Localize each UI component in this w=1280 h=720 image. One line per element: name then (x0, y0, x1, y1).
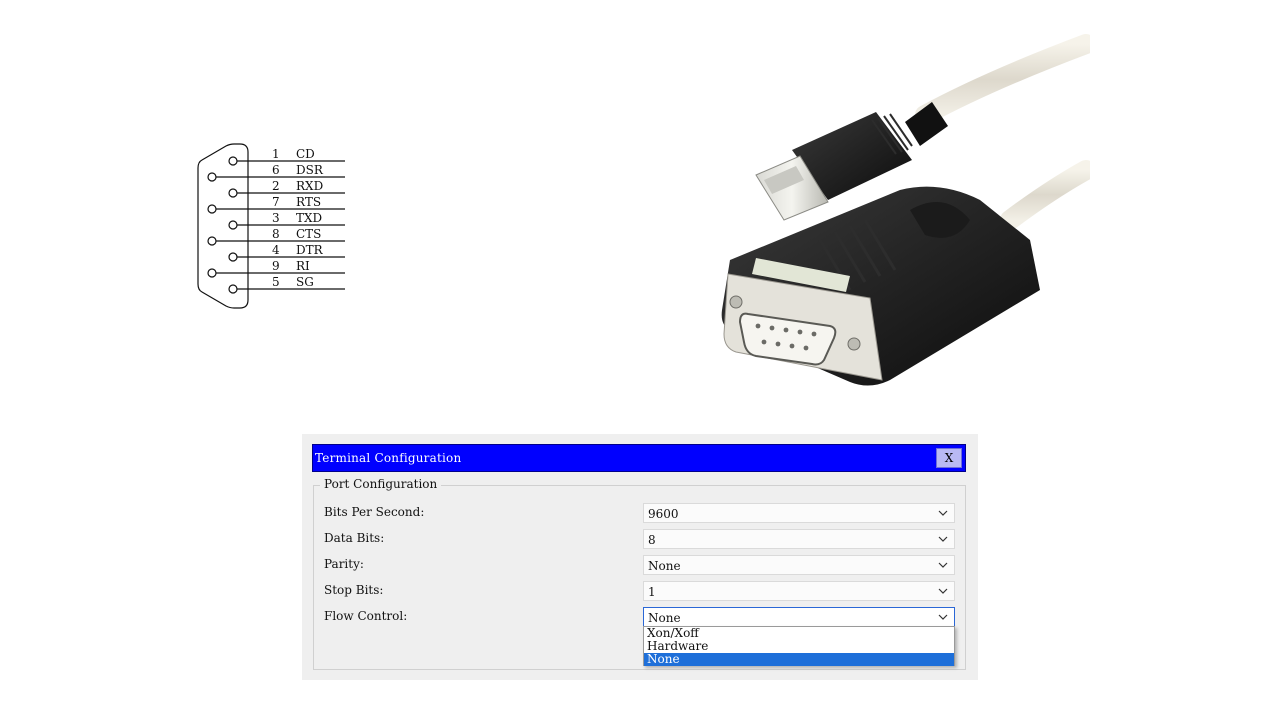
bits-per-second-label: Bits Per Second: (324, 505, 425, 519)
pin-signal-name: DTR (296, 243, 324, 257)
stop-bits-select[interactable]: 1 (643, 581, 955, 601)
pin-number: 6 (272, 163, 280, 177)
close-button[interactable]: X (936, 448, 962, 468)
pin-number: 1 (272, 147, 280, 161)
chevron-down-icon (938, 562, 948, 568)
pin-signal-name: RXD (296, 179, 323, 193)
pin-contact (207, 236, 217, 246)
pinout-svg: 1 CD 6 DSR 2 RXD 7 RTS 3 TXD 8 CTS 4 DTR 9 RI 5 SG (197, 143, 345, 309)
pin-number: 2 (272, 179, 280, 193)
data-bits-value: 8 (648, 533, 656, 547)
bits-per-second-value: 9600 (648, 507, 679, 521)
pin-signal-name: CD (296, 147, 315, 161)
group-label: Port Configuration (320, 477, 442, 491)
pin-contact (207, 268, 217, 278)
pin-number: 3 (272, 211, 280, 225)
pin-contact (228, 252, 238, 262)
pin-signal-name: CTS (296, 227, 321, 241)
parity-label: Parity: (324, 557, 364, 571)
flow-control-label: Flow Control: (324, 609, 408, 623)
pin-number: 4 (272, 243, 280, 257)
data-bits-select[interactable]: 8 (643, 529, 955, 549)
flow-control-dropdown-list: Xon/Xoff Hardware None (643, 626, 955, 666)
cable-cord-top (915, 34, 1096, 125)
pin-signal-name: TXD (296, 211, 322, 225)
chevron-down-icon (938, 536, 948, 542)
chevron-down-icon (938, 614, 948, 620)
screw-right (847, 337, 861, 351)
bits-per-second-select[interactable]: 9600 (643, 503, 955, 523)
pin-signal-name: RI (296, 259, 310, 273)
stop-bits-label: Stop Bits: (324, 583, 384, 597)
flow-control-value: None (648, 611, 681, 625)
pin-contact (207, 172, 217, 182)
connector-outline (197, 143, 249, 309)
pin-number: 7 (272, 195, 280, 209)
data-bits-label: Data Bits: (324, 531, 385, 545)
pin-contact (228, 220, 238, 230)
chevron-down-icon (938, 588, 948, 594)
flow-control-option-none[interactable]: None (644, 653, 954, 666)
stop-bits-value: 1 (648, 585, 656, 599)
terminal-configuration-dialog: Terminal Configuration X Port Configurat… (302, 434, 978, 680)
flow-control-select[interactable]: None (643, 607, 955, 627)
screw-left (729, 295, 743, 309)
pin-number: 9 (272, 259, 280, 273)
pin-contact (228, 188, 238, 198)
cable-cord-bottom (1000, 160, 1096, 230)
dialog-titlebar: Terminal Configuration X (312, 444, 966, 472)
pin-number: 5 (272, 275, 280, 289)
parity-select[interactable]: None (643, 555, 955, 575)
flow-control-option-hardware[interactable]: Hardware (644, 640, 954, 653)
pin-number: 8 (272, 227, 280, 241)
usb-to-serial-cable-image (700, 30, 1096, 400)
dialog-title: Terminal Configuration (315, 451, 462, 465)
pin-signal-name: SG (296, 275, 314, 289)
pin-signal-name: DSR (296, 163, 324, 177)
pin-contact (207, 204, 217, 214)
parity-value: None (648, 559, 681, 573)
db9-pinout-diagram: 1 CD 6 DSR 2 RXD 7 RTS 3 TXD 8 CTS 4 DTR 9 RI 5 SG (190, 138, 360, 314)
pin-contact (228, 284, 238, 294)
chevron-down-icon (938, 510, 948, 516)
pin-contact (228, 156, 238, 166)
pin-signal-name: RTS (296, 195, 321, 209)
